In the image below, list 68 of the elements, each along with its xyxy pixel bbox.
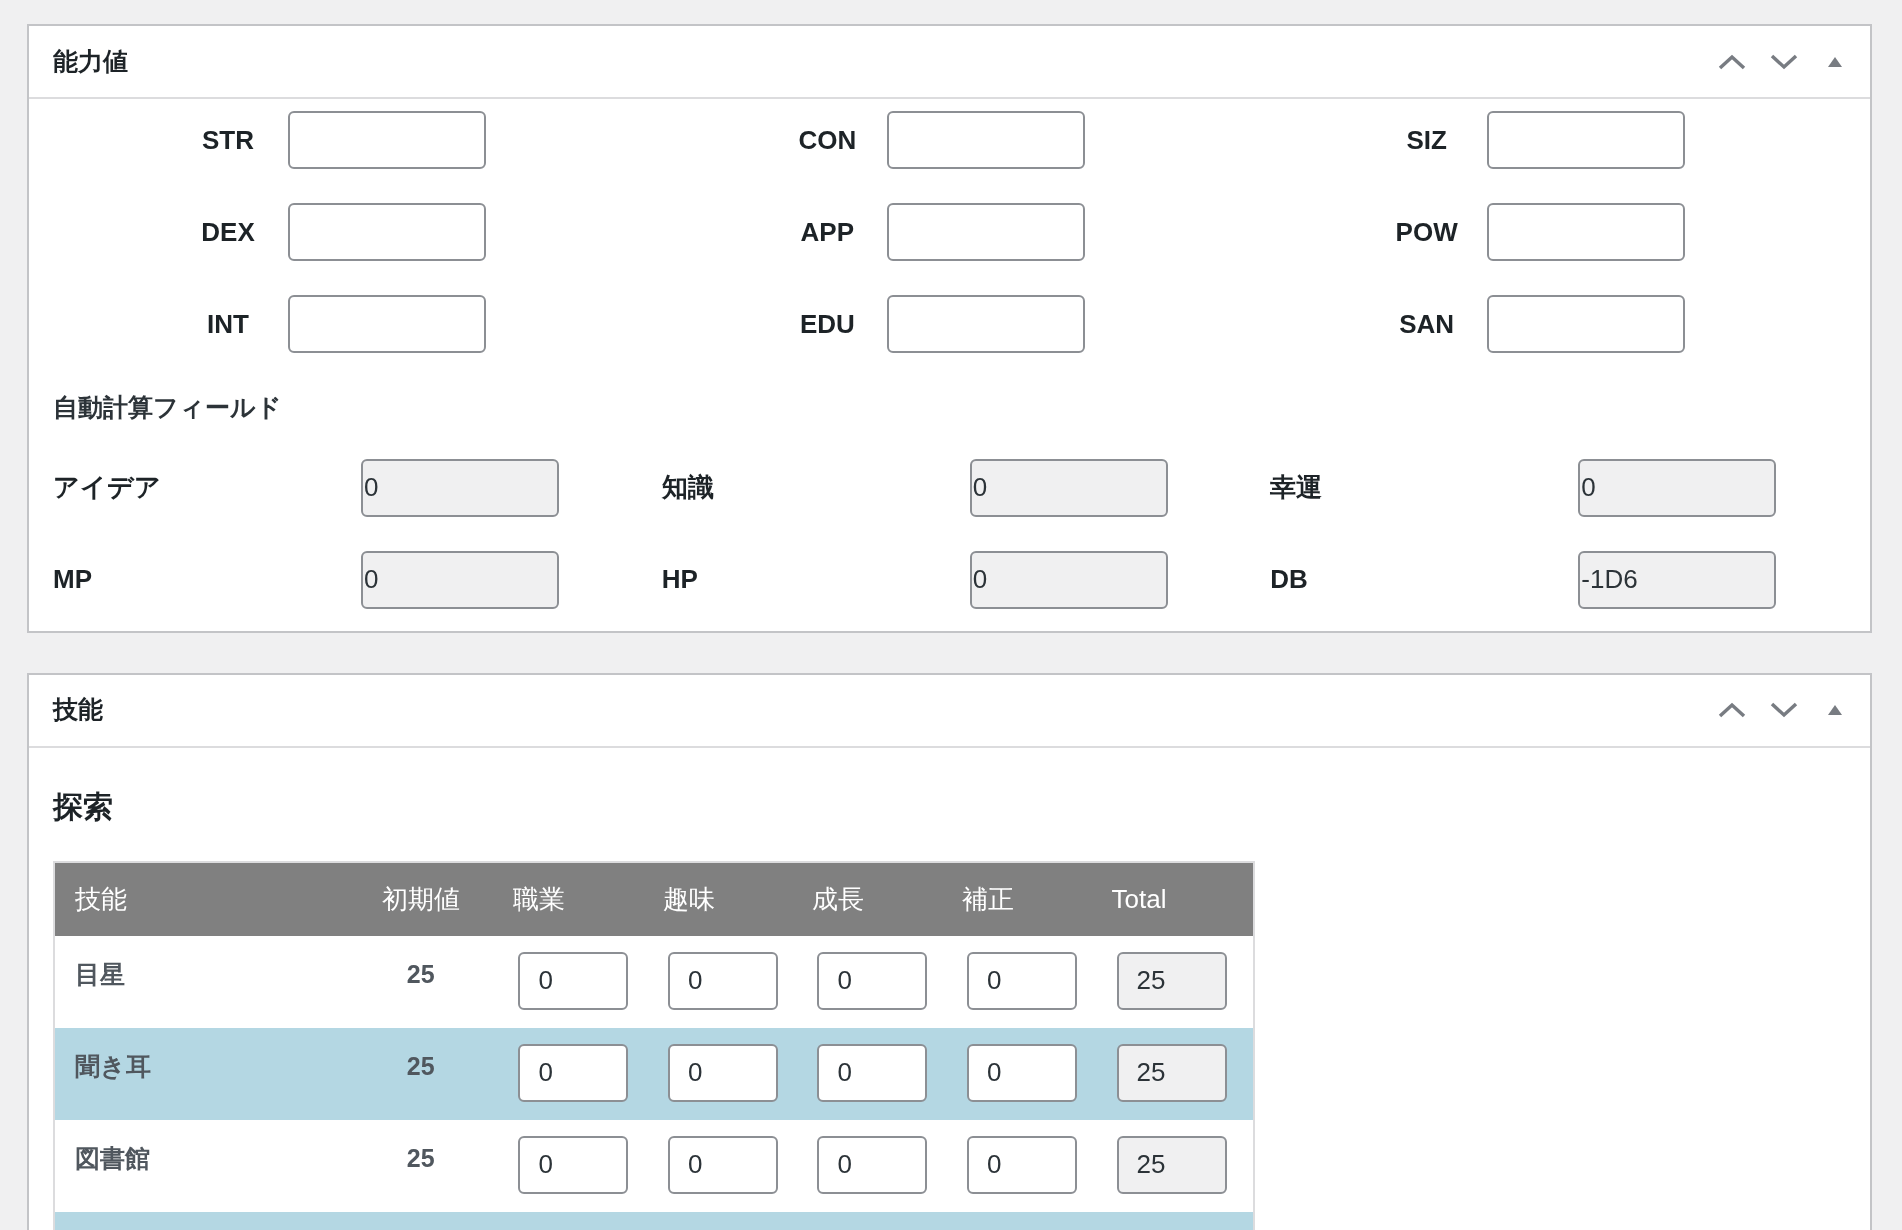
- skill-input[interactable]: 0: [667, 951, 778, 1010]
- total-field[interactable]: 25: [1116, 951, 1227, 1010]
- readonly-field[interactable]: 0: [361, 458, 559, 517]
- skill-input[interactable]: 0: [518, 1043, 629, 1102]
- total-field[interactable]: 25: [1116, 1043, 1227, 1102]
- skill-name: 図書館: [75, 1143, 150, 1172]
- stat-label: EDU: [798, 307, 856, 341]
- skill-input[interactable]: 0: [518, 951, 629, 1010]
- stat-input[interactable]: [1486, 295, 1685, 353]
- stat-input[interactable]: [1486, 111, 1685, 169]
- skill-input[interactable]: 0: [667, 1135, 778, 1194]
- field-label: 知識: [661, 471, 715, 504]
- stat-label: CON: [797, 123, 858, 157]
- skill-input[interactable]: 0: [967, 1043, 1077, 1102]
- stat-input[interactable]: [887, 111, 1086, 169]
- field-label: HP: [661, 563, 699, 596]
- chevron-down-icon: [1770, 53, 1798, 70]
- skill-name: 聞き耳: [75, 1051, 151, 1080]
- skill-input[interactable]: 0: [967, 1135, 1077, 1194]
- section-title: 探索: [53, 788, 114, 825]
- column-header: 補正: [962, 883, 1014, 914]
- stat-input[interactable]: [887, 203, 1086, 261]
- stat-label: APP: [799, 215, 856, 249]
- base-value: 25: [406, 1143, 435, 1172]
- stat-input[interactable]: [288, 203, 486, 261]
- skill-input[interactable]: 0: [518, 1135, 629, 1194]
- readonly-field[interactable]: 0: [969, 550, 1168, 609]
- chevron-up-icon: [1718, 53, 1746, 70]
- panel-title: 技能: [53, 694, 104, 726]
- stat-input[interactable]: [288, 295, 486, 353]
- stat-input[interactable]: [288, 111, 486, 169]
- triangle-up-icon: [1827, 55, 1843, 68]
- panel-title: 能力値: [53, 45, 129, 77]
- field-label: 幸運: [1270, 471, 1324, 504]
- column-header: 趣味: [663, 883, 715, 914]
- base-value: 25: [406, 1051, 435, 1080]
- readonly-field[interactable]: 0: [969, 458, 1168, 517]
- stat-input[interactable]: [1486, 203, 1685, 261]
- stat-label: SIZ: [1405, 123, 1448, 157]
- column-header: Total: [1111, 883, 1167, 914]
- stat-label: DEX: [200, 215, 256, 249]
- stat-label: POW: [1394, 215, 1459, 249]
- column-header: 初期値: [381, 883, 460, 914]
- section-title: 自動計算フィールド: [53, 392, 283, 423]
- skill-input[interactable]: 0: [817, 951, 928, 1010]
- readonly-field[interactable]: 0: [361, 550, 559, 609]
- stat-label: SAN: [1398, 307, 1456, 341]
- skill-input[interactable]: 0: [817, 1135, 928, 1194]
- column-header: 技能: [75, 883, 127, 914]
- readonly-field[interactable]: 0: [1578, 458, 1777, 517]
- stat-label: INT: [206, 307, 250, 341]
- field-label: MP: [53, 563, 93, 596]
- triangle-up-icon: [1827, 704, 1843, 716]
- skill-input[interactable]: 0: [817, 1043, 928, 1102]
- column-header: 成長: [812, 883, 865, 914]
- field-label: DB: [1270, 563, 1309, 596]
- chevron-up-icon: [1718, 702, 1746, 718]
- stat-input[interactable]: [887, 295, 1086, 353]
- skill-name: 目星: [75, 959, 125, 988]
- skill-input[interactable]: 0: [967, 951, 1077, 1010]
- chevron-down-icon: [1770, 702, 1798, 718]
- column-header: 職業: [513, 883, 566, 914]
- skill-input[interactable]: 0: [667, 1043, 778, 1102]
- field-label: アイデア: [53, 471, 162, 504]
- readonly-field[interactable]: -1D6: [1578, 550, 1777, 609]
- stat-label: STR: [201, 123, 255, 157]
- base-value: 25: [406, 959, 435, 988]
- total-field[interactable]: 25: [1116, 1135, 1227, 1194]
